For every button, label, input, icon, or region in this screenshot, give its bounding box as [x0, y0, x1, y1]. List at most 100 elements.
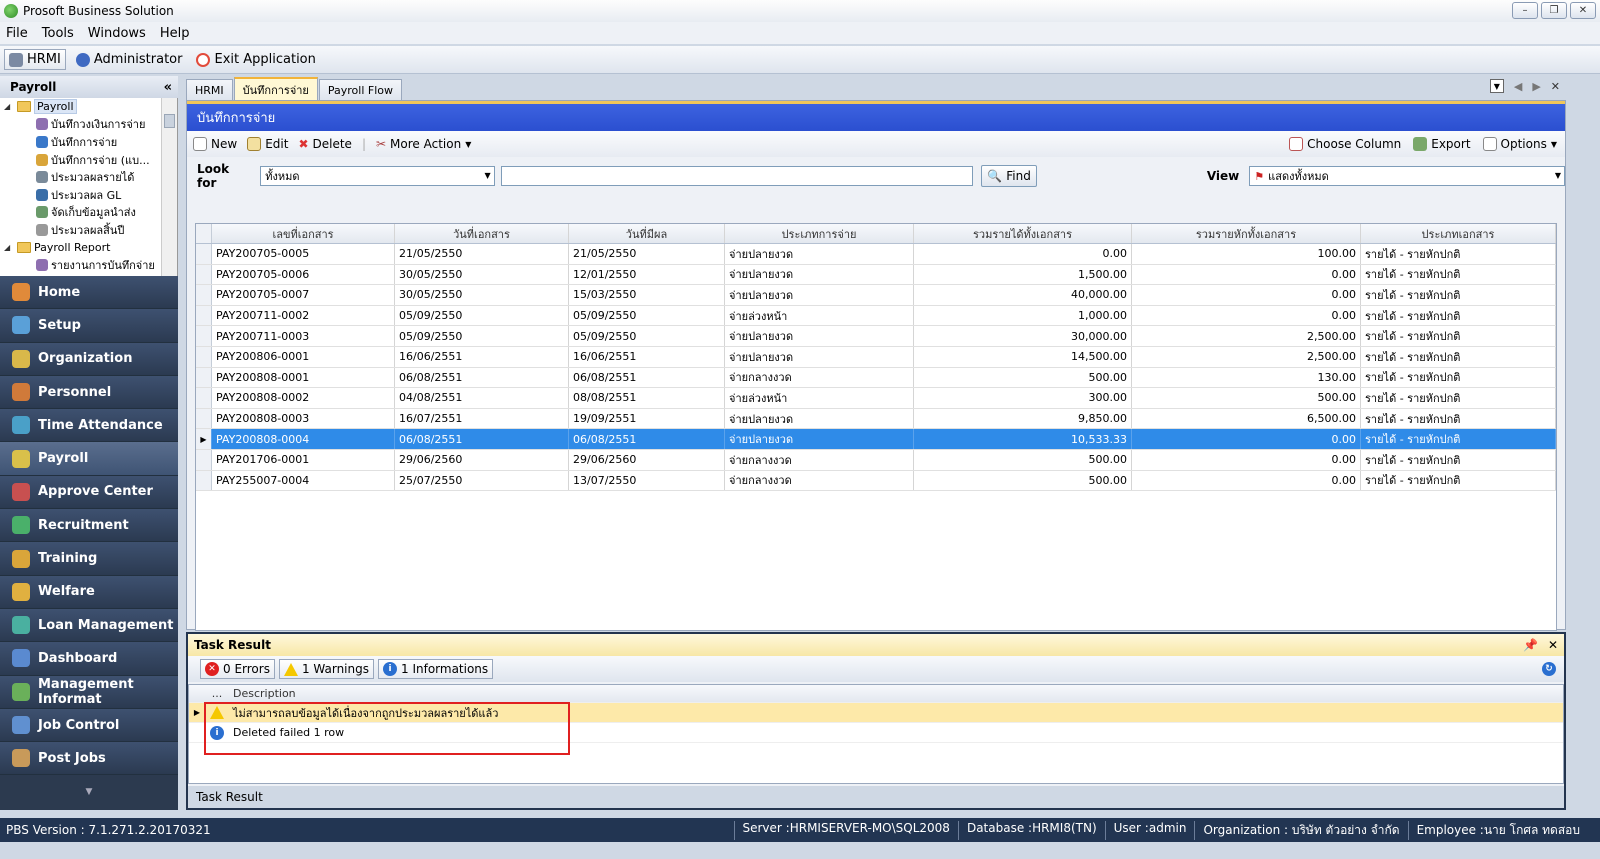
- menu-help[interactable]: Help: [160, 26, 190, 41]
- server-text: Server :HRMISERVER-MO\SQL2008: [733, 820, 958, 840]
- edit-button[interactable]: Edit: [247, 137, 288, 151]
- tree-item[interactable]: บันทึกการจ่าย (แบ...: [0, 151, 177, 169]
- hrmi-button[interactable]: HRMI: [4, 49, 66, 70]
- nav-item-post-jobs[interactable]: Post Jobs: [0, 742, 178, 776]
- column-header[interactable]: รวมรายได้ทั้งเอกสาร: [914, 224, 1132, 243]
- search-input[interactable]: [500, 166, 974, 186]
- nav-item-welfare[interactable]: Welfare: [0, 575, 178, 609]
- warnings-filter-button[interactable]: 1 Warnings: [278, 659, 374, 679]
- table-cell: 14,500.00: [914, 346, 1132, 367]
- look-for-select[interactable]: ทั้งหมด ▼: [260, 166, 495, 186]
- table-row[interactable]: ▶ PAY200808-0004 06/08/2551 06/08/2551 จ่ายป…: [196, 429, 1556, 450]
- menu-windows[interactable]: Windows: [88, 26, 146, 41]
- nav-item-setup[interactable]: Setup: [0, 309, 178, 343]
- tab-payroll-entry[interactable]: บันทึกการจ่าย: [233, 77, 318, 100]
- errors-filter-button[interactable]: ✕ 0 Errors: [200, 659, 275, 679]
- tree-scrollbar[interactable]: [161, 98, 177, 276]
- tree-item[interactable]: ◢ Payroll Report: [0, 239, 177, 257]
- options-label: Options: [1500, 137, 1547, 151]
- nav-item-job-control[interactable]: Job Control: [0, 708, 178, 743]
- left-pane-header: Payroll «: [0, 76, 178, 98]
- tree-item[interactable]: ประมวลผลสิ้นปี: [0, 221, 177, 239]
- tree-item[interactable]: รายงานการบันทึกจ่าย: [0, 256, 177, 274]
- tab-prev-icon[interactable]: ◀: [1514, 80, 1522, 93]
- menu-file[interactable]: File: [6, 26, 28, 41]
- column-header[interactable]: รวมรายหักทั้งเอกสาร: [1132, 224, 1361, 243]
- table-row[interactable]: PAY200705-0006 30/05/2550 12/01/2550 จ่ายปล…: [196, 264, 1556, 286]
- app-logo-icon: [4, 4, 18, 18]
- nav-item-dashboard[interactable]: Dashboard: [0, 642, 178, 676]
- table-row[interactable]: PAY200711-0002 05/09/2550 05/09/2550 จ่ายล่…: [196, 305, 1556, 327]
- nav-item-payroll[interactable]: Payroll: [0, 442, 178, 476]
- table-row[interactable]: PAY201706-0001 29/06/2560 29/06/2560 จ่ายกล…: [196, 449, 1556, 471]
- column-header[interactable]: วันที่มีผล: [569, 224, 725, 243]
- nav-item-time-attendance[interactable]: Time Attendance: [0, 409, 178, 443]
- close-panel-icon[interactable]: ✕: [1548, 638, 1558, 652]
- choose-column-button[interactable]: Choose Column: [1289, 137, 1401, 151]
- row-indicator: [196, 305, 212, 326]
- tab-next-icon[interactable]: ▶: [1532, 80, 1540, 93]
- people-icon: [9, 52, 23, 67]
- tab-payroll-flow[interactable]: Payroll Flow: [318, 79, 403, 100]
- nav-overflow-chevron-icon[interactable]: ▼: [0, 775, 178, 810]
- tree-expander-icon[interactable]: ◢: [4, 243, 14, 252]
- refresh-icon[interactable]: ↻: [1542, 662, 1556, 676]
- nav-item-loan-management[interactable]: Loan Management: [0, 608, 178, 643]
- menu-tools[interactable]: Tools: [42, 26, 74, 41]
- tab-hrmi[interactable]: HRMI: [186, 79, 233, 100]
- informations-filter-button[interactable]: i 1 Informations: [378, 659, 494, 679]
- tree-item[interactable]: บันทึกการจ่าย: [0, 133, 177, 151]
- tree-item-label: ประมวลผลสิ้นปี: [51, 223, 125, 237]
- task-result-tab[interactable]: Task Result: [188, 786, 1564, 808]
- maximize-button[interactable]: ❐: [1541, 2, 1567, 19]
- column-header[interactable]: ประเภทการจ่าย: [725, 224, 914, 243]
- row-indicator: [196, 470, 212, 491]
- table-row[interactable]: PAY200705-0005 21/05/2550 21/05/2550 จ่ายปล…: [196, 244, 1556, 265]
- tree-item[interactable]: ประมวลผลรายได้: [0, 168, 177, 186]
- table-row[interactable]: PAY200808-0002 04/08/2551 08/08/2551 จ่ายล่…: [196, 388, 1556, 409]
- tree-item[interactable]: ประมวลผล GL: [0, 186, 177, 204]
- column-header[interactable]: วันที่เอกสาร: [395, 224, 569, 243]
- module-icon: [12, 616, 30, 635]
- tab-list-dropdown-icon[interactable]: ▼: [1489, 79, 1504, 93]
- nav-item-management-informat[interactable]: Management Informat: [0, 675, 178, 709]
- column-header[interactable]: ประเภทเอกสาร: [1361, 224, 1556, 243]
- export-button[interactable]: Export: [1413, 137, 1471, 151]
- nav-item-recruitment[interactable]: Recruitment: [0, 509, 178, 543]
- module-icon: [12, 349, 30, 368]
- delete-button[interactable]: ✖ Delete: [298, 137, 352, 151]
- tab-close-icon[interactable]: ✕: [1551, 80, 1560, 93]
- exit-application-button[interactable]: Exit Application: [192, 50, 319, 69]
- table-row[interactable]: PAY200705-0007 30/05/2550 15/03/2550 จ่ายปล…: [196, 285, 1556, 306]
- more-action-button[interactable]: ✂ More Action ▼: [376, 137, 471, 151]
- table-cell: PAY200808-0001: [212, 367, 395, 388]
- view-select[interactable]: ⚑ แสดงทั้งหมด ▼: [1249, 166, 1566, 186]
- collapse-pane-icon[interactable]: «: [164, 80, 172, 95]
- column-header[interactable]: เลขที่เอกสาร: [212, 224, 395, 243]
- table-row[interactable]: PAY255007-0004 25/07/2550 13/07/2550 จ่ายกล…: [196, 470, 1556, 492]
- minimize-button[interactable]: –: [1512, 2, 1538, 19]
- find-button[interactable]: 🔍 Find: [981, 165, 1037, 187]
- table-row[interactable]: PAY200808-0001 06/08/2551 06/08/2551 จ่ายกล…: [196, 367, 1556, 389]
- nav-item-home[interactable]: Home: [0, 276, 178, 310]
- nav-item-personnel[interactable]: Personnel: [0, 375, 178, 410]
- table-cell: จ่ายกลางงวด: [725, 367, 914, 388]
- table-row[interactable]: PAY200711-0003 05/09/2550 05/09/2550 จ่ายปล…: [196, 326, 1556, 347]
- nav-item-training[interactable]: Training: [0, 542, 178, 576]
- new-button[interactable]: New: [193, 137, 237, 151]
- tree-item[interactable]: จัดเก็บข้อมูลนำส่ง: [0, 204, 177, 222]
- table-row[interactable]: PAY200808-0003 16/07/2551 19/09/2551 จ่ายปล…: [196, 408, 1556, 430]
- table-cell: 1,500.00: [914, 264, 1132, 285]
- administrator-button[interactable]: Administrator: [72, 50, 187, 69]
- pin-icon[interactable]: 📌: [1523, 638, 1538, 652]
- table-cell: 0.00: [1132, 264, 1361, 285]
- tree-expander-icon[interactable]: ◢: [4, 102, 14, 111]
- tree-item[interactable]: บันทึกวงเงินการจ่าย: [0, 116, 177, 134]
- close-button[interactable]: ✕: [1570, 2, 1596, 19]
- table-row[interactable]: PAY200806-0001 16/06/2551 16/06/2551 จ่ายปล…: [196, 346, 1556, 368]
- table-cell: 25/07/2550: [395, 470, 569, 491]
- nav-item-approve-center[interactable]: Approve Center: [0, 475, 178, 510]
- nav-item-organization[interactable]: Organization: [0, 342, 178, 376]
- options-button[interactable]: Options ▼: [1482, 137, 1557, 151]
- tree-item[interactable]: ◢ Payroll: [0, 98, 177, 116]
